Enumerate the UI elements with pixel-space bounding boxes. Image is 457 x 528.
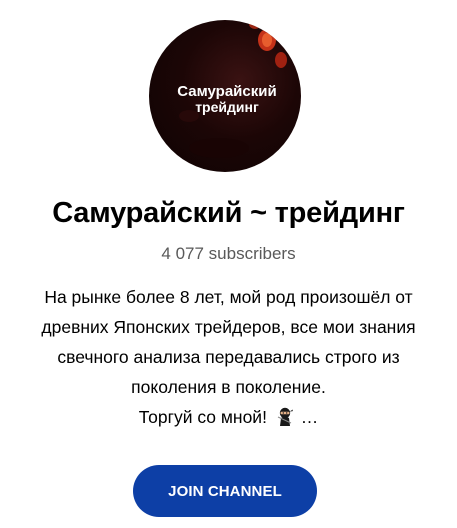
description-line: свечного анализа передавались строго из: [57, 347, 400, 367]
channel-avatar: Самурайский трейдинг: [149, 20, 301, 172]
description-line-last: Торгуй со мной! …: [8, 402, 449, 435]
ninja-icon: [276, 405, 294, 435]
subscriber-count: 4 077 subscribers: [161, 244, 296, 263]
description-line: поколения в поколение.: [131, 377, 326, 397]
description-line: На рынке более 8 лет, мой род произошёл …: [44, 287, 413, 307]
avatar-image: Самурайский трейдинг: [177, 20, 294, 158]
avatar-text-line2: трейдинг: [195, 99, 259, 115]
channel-description: На рынке более 8 лет, мой род произошёл …: [8, 282, 449, 435]
description-ellipsis: …: [300, 407, 319, 427]
channel-title: Самурайский ~ трейдинг: [52, 197, 405, 229]
channel-preview: Самурайский трейдинг Самурайский ~ трейд…: [0, 0, 457, 528]
join-channel-button[interactable]: JOIN CHANNEL: [133, 465, 317, 517]
description-cta-text: Торгуй со мной!: [138, 407, 267, 427]
avatar-text-line1: Самурайский: [177, 83, 276, 100]
description-line: древних Японских трейдеров, все мои знан…: [41, 317, 416, 337]
